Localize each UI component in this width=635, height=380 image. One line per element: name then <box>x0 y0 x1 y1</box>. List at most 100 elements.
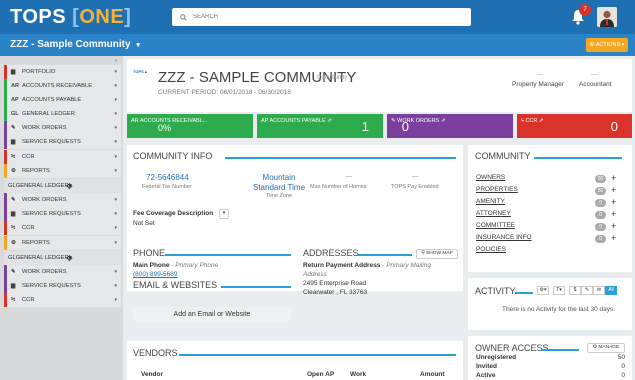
sidebar-item-icon: ϟ <box>11 225 16 231</box>
sidebar-item[interactable]: ✎ WORK ORDERS ▾ <box>4 265 121 279</box>
activity-filter-button[interactable]: ✎ <box>581 286 593 295</box>
chevron-down-icon[interactable]: ▾ <box>114 269 117 275</box>
chevron-down-icon[interactable]: ▾ <box>114 97 117 103</box>
sidebar-item-label: SERVICE REQUESTS <box>22 139 81 145</box>
owner-access-value: 50 <box>617 354 625 361</box>
kpi-value: 0% <box>157 123 171 133</box>
add-icon[interactable]: + <box>611 185 616 195</box>
kpi-tile[interactable]: AP ACCOUNTS PAYABLE ⇗ 1 <box>257 114 383 138</box>
sidebar-item-icon: AP <box>11 97 19 103</box>
sidebar-item-icon: GL <box>8 255 16 261</box>
tops-one-logo[interactable]: TOPS [ONE] <box>10 6 131 29</box>
add-icon[interactable]: + <box>611 209 616 219</box>
sidebar-item[interactable]: GL GENERAL LEDGER ▾ <box>4 107 121 121</box>
sidebar-collapse-icon[interactable]: ‹ <box>115 58 117 64</box>
main-phone: Main Phone - Primary Phone <box>133 262 218 269</box>
global-search[interactable] <box>172 8 471 26</box>
chevron-down-icon[interactable]: ▾ <box>114 197 117 203</box>
sidebar-item[interactable]: ϟ CCR ▾ <box>4 293 121 307</box>
activity-filter-button[interactable]: All <box>605 286 617 295</box>
logo-bracket-close: ] <box>124 6 132 28</box>
community-link[interactable]: PROPERTIES <box>476 186 518 193</box>
add-icon[interactable]: + <box>611 221 616 231</box>
address-line2: Clearwater , FL 33763 <box>303 289 368 296</box>
vendor-col-open-ap[interactable]: Open AP <box>307 371 334 378</box>
sidebar-item[interactable]: AR ACCOUNTS RECEIVABLE ▾ <box>4 79 121 93</box>
sidebar-item[interactable]: ▆ SERVICE REQUESTS ▾ <box>4 207 121 221</box>
community-link[interactable]: INSURANCE INFO <box>476 234 532 241</box>
sidebar-item[interactable]: ϟ CCR ▾ <box>4 150 121 164</box>
divider <box>165 254 291 256</box>
community-link[interactable]: COMMITTEE <box>476 222 515 229</box>
community-link[interactable]: AMENITY <box>476 198 505 205</box>
sidebar-item-icon: ϟ <box>11 297 16 303</box>
chevron-down-icon[interactable]: ▾ <box>114 154 117 160</box>
vendor-col-work[interactable]: Work <box>350 371 366 378</box>
community-logo: TOPS▲ <box>133 69 148 74</box>
timezone-label: Time Zone <box>265 193 293 199</box>
sidebar-item-label: WORK ORDERS <box>22 125 67 131</box>
sidebar-item[interactable]: ⚙ REPORTS ▾ <box>4 164 121 178</box>
add-icon[interactable]: + <box>611 233 616 243</box>
chevron-down-icon[interactable]: ▾ <box>114 225 117 231</box>
manage-button[interactable]: ⚙ MANAGE <box>587 343 625 353</box>
addresses-title: ADDRESSES <box>303 248 359 258</box>
chevron-down-icon[interactable]: ▾ <box>114 168 117 174</box>
sidebar-item-icon: ▆ <box>11 283 16 289</box>
activity-filter-button[interactable]: ⚙▾ <box>537 286 549 295</box>
count-badge: 0 <box>595 223 606 231</box>
sidebar-item[interactable]: AP ACCOUNTS PAYABLE ▾ <box>4 93 121 107</box>
chevron-down-icon[interactable]: ▾ <box>114 211 117 217</box>
sidebar-item[interactable]: ✎ WORK ORDERS ▾ <box>4 193 121 207</box>
add-icon[interactable]: + <box>611 197 616 207</box>
activity-filter-button[interactable]: $ <box>569 286 581 295</box>
chevron-down-icon[interactable]: ▾ <box>114 125 117 131</box>
add-icon[interactable]: + <box>611 173 616 183</box>
sidebar-item[interactable]: ▆ PORTFOLIO ▾ <box>4 65 121 79</box>
kpi-tile[interactable]: ✎ WORK ORDERS ⇗ 0 <box>387 114 513 138</box>
chevron-down-icon[interactable]: ▾ <box>114 111 117 117</box>
activity-filter-button[interactable]: ✉ <box>593 286 605 295</box>
sidebar-item[interactable]: GL GENERAL LEDGER ▾ ✥ <box>4 251 121 265</box>
tops-pay-value: — <box>411 173 419 180</box>
fee-coverage-dropdown[interactable]: ▾ <box>219 209 229 219</box>
sidebar-item-icon: ✎ <box>11 125 16 131</box>
sidebar-item-label: ACCOUNTS RECEIVABLE <box>22 83 93 89</box>
chevron-down-icon[interactable]: ▾ <box>114 69 117 75</box>
sidebar-item-icon: ⚙ <box>11 240 16 246</box>
phone-number-link[interactable]: (800) 899-5689 <box>133 271 177 278</box>
chevron-down-icon[interactable]: ▾ <box>114 240 117 246</box>
community-link[interactable]: POLICIES <box>476 246 506 253</box>
kpi-tile[interactable]: AR ACCOUNTS RECEIVABL... 0% <box>127 114 253 138</box>
community-link[interactable]: OWNERS <box>476 174 505 181</box>
add-email-button[interactable]: Add an Email or Website <box>133 307 291 322</box>
kpi-tile[interactable]: ϟ CCR ⇗ 0 <box>517 114 632 138</box>
chevron-down-icon[interactable]: ▾ <box>114 83 117 89</box>
sidebar-item-label: CCR <box>22 297 35 303</box>
community-selector[interactable]: ZZZ - Sample Community ▾ <box>10 39 140 50</box>
accountant-label: Accountant <box>579 81 612 88</box>
activity-filter-button[interactable]: T▾ <box>553 286 565 295</box>
timezone-line1: Mountain <box>262 173 296 182</box>
community-link[interactable]: ATTORNEY <box>476 210 511 217</box>
vendor-col-vendor[interactable]: Vendor <box>141 371 163 378</box>
sidebar-item[interactable]: ϟ CCR ▾ <box>4 221 121 235</box>
sidebar-item[interactable]: GL GENERAL LEDGER ▾ ✥ <box>4 179 121 193</box>
user-avatar[interactable] <box>597 7 617 27</box>
phone-title: PHONE <box>133 248 166 258</box>
chevron-down-icon[interactable]: ▾ <box>114 139 117 145</box>
divider <box>515 292 533 294</box>
chevron-down-icon[interactable]: ▾ <box>114 283 117 289</box>
main-phone-type: - Primary Phone <box>169 262 219 269</box>
show-map-button[interactable]: ⚲ SHOW MAP <box>416 249 458 259</box>
sidebar-item[interactable]: ⚙ REPORTS ▾ <box>4 236 121 250</box>
actions-button[interactable]: ⚙ ACTIONS ▾ <box>586 38 628 52</box>
sidebar-item[interactable]: ✎ WORK ORDERS ▾ <box>4 121 121 135</box>
vendor-col-amount[interactable]: Amount <box>420 371 445 378</box>
drag-handle-icon[interactable]: ✥ <box>66 254 73 263</box>
chevron-down-icon[interactable]: ▾ <box>114 297 117 303</box>
drag-handle-icon[interactable]: ✥ <box>66 182 73 191</box>
sidebar-item[interactable]: ▆ SERVICE REQUESTS ▾ <box>4 279 121 293</box>
search-input[interactable] <box>193 14 453 20</box>
sidebar-item[interactable]: ▆ SERVICE REQUESTS ▾ <box>4 135 121 149</box>
